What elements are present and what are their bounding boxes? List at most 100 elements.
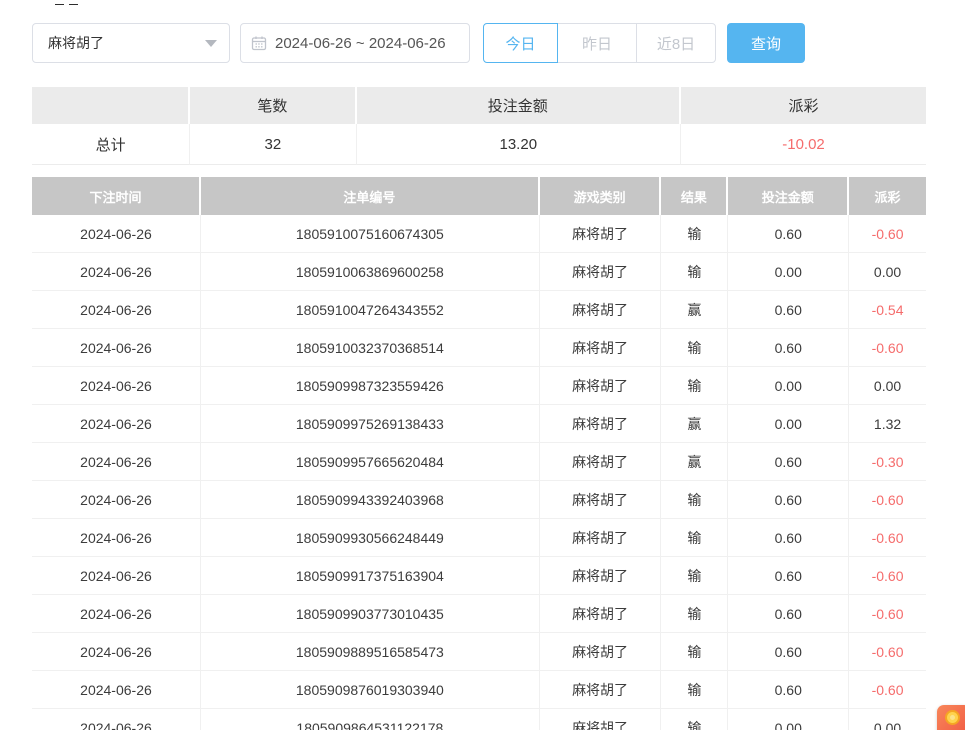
cell-payout: -0.60 <box>849 633 926 671</box>
cell-bet-amount: 0.00 <box>728 253 849 291</box>
cell-result: 输 <box>661 215 728 253</box>
header-bet-amount: 投注金额 <box>728 177 849 215</box>
summary-total-bet-amount: 13.20 <box>357 124 682 165</box>
detail-header-row: 下注时间 注单编号 游戏类别 结果 投注金额 派彩 <box>32 177 926 215</box>
cell-result: 赢 <box>661 443 728 481</box>
game-select-value: 麻将胡了 <box>48 33 205 53</box>
cell-date: 2024-06-26 <box>32 557 201 595</box>
cell-result: 输 <box>661 671 728 709</box>
cell-game: 麻将胡了 <box>540 709 662 730</box>
cell-bet-amount: 0.60 <box>728 671 849 709</box>
query-button[interactable]: 查询 <box>727 23 805 63</box>
summary-header-bet-amount: 投注金额 <box>357 87 682 124</box>
cell-bet-amount: 0.60 <box>728 481 849 519</box>
cell-bet-amount: 0.60 <box>728 519 849 557</box>
cell-date: 2024-06-26 <box>32 215 201 253</box>
table-row: 2024-06-261805909876019303940麻将胡了输0.60-0… <box>32 671 926 709</box>
cell-payout: 0.00 <box>849 709 926 730</box>
cell-date: 2024-06-26 <box>32 405 201 443</box>
bet-records-table: 下注时间 注单编号 游戏类别 结果 投注金额 派彩 2024-06-261805… <box>32 177 926 730</box>
cell-bet-id: 1805909917375163904 <box>201 557 540 595</box>
cell-game: 麻将胡了 <box>540 519 662 557</box>
calendar-icon <box>251 35 267 51</box>
yesterday-button[interactable]: 昨日 <box>557 23 637 63</box>
cell-game: 麻将胡了 <box>540 329 662 367</box>
cell-result: 输 <box>661 633 728 671</box>
cell-date: 2024-06-26 <box>32 633 201 671</box>
summary-total-row: 总计 32 13.20 -10.02 <box>32 124 926 165</box>
cell-date: 2024-06-26 <box>32 253 201 291</box>
cell-game: 麻将胡了 <box>540 443 662 481</box>
cell-result: 输 <box>661 709 728 730</box>
cell-game: 麻将胡了 <box>540 633 662 671</box>
cell-game: 麻将胡了 <box>540 595 662 633</box>
cell-bet-id: 1805910063869600258 <box>201 253 540 291</box>
cell-payout: 0.00 <box>849 367 926 405</box>
last-8-days-button[interactable]: 近8日 <box>636 23 716 63</box>
table-row: 2024-06-261805909943392403968麻将胡了输0.60-0… <box>32 481 926 519</box>
cell-bet-id: 1805909987323559426 <box>201 367 540 405</box>
table-row: 2024-06-261805909930566248449麻将胡了输0.60-0… <box>32 519 926 557</box>
table-row: 2024-06-261805909957665620484麻将胡了赢0.60-0… <box>32 443 926 481</box>
cell-bet-id: 1805909930566248449 <box>201 519 540 557</box>
cell-result: 输 <box>661 519 728 557</box>
summary-total-label: 总计 <box>32 124 190 165</box>
clipped-page-title-fragment <box>55 0 95 5</box>
cell-payout: -0.54 <box>849 291 926 329</box>
cell-payout: 1.32 <box>849 405 926 443</box>
cell-game: 麻将胡了 <box>540 481 662 519</box>
header-payout: 派彩 <box>849 177 926 215</box>
cell-payout: -0.60 <box>849 481 926 519</box>
cell-bet-amount: 0.60 <box>728 557 849 595</box>
cell-bet-id: 1805909943392403968 <box>201 481 540 519</box>
table-row: 2024-06-261805909903773010435麻将胡了输0.60-0… <box>32 595 926 633</box>
cell-bet-id: 1805909876019303940 <box>201 671 540 709</box>
cell-date: 2024-06-26 <box>32 709 201 730</box>
cell-game: 麻将胡了 <box>540 215 662 253</box>
cell-result: 输 <box>661 557 728 595</box>
summary-header-count: 笔数 <box>190 87 356 124</box>
summary-total-payout: -10.02 <box>681 124 926 165</box>
date-range-value: 2024-06-26 ~ 2024-06-26 <box>275 35 446 52</box>
cell-payout: -0.60 <box>849 557 926 595</box>
cell-game: 麻将胡了 <box>540 367 662 405</box>
detail-table-body: 2024-06-261805910075160674305麻将胡了输0.60-0… <box>32 215 926 730</box>
cell-bet-id: 1805910075160674305 <box>201 215 540 253</box>
table-row: 2024-06-261805910063869600258麻将胡了输0.000.… <box>32 253 926 291</box>
cell-result: 输 <box>661 481 728 519</box>
today-button[interactable]: 今日 <box>483 23 558 63</box>
cell-date: 2024-06-26 <box>32 291 201 329</box>
cell-bet-id: 1805909903773010435 <box>201 595 540 633</box>
cell-bet-id: 1805910047264343552 <box>201 291 540 329</box>
cell-game: 麻将胡了 <box>540 253 662 291</box>
date-range-input[interactable]: 2024-06-26 ~ 2024-06-26 <box>240 23 470 63</box>
chevron-down-icon <box>205 40 217 47</box>
cell-bet-amount: 0.00 <box>728 367 849 405</box>
cell-result: 输 <box>661 329 728 367</box>
cell-game: 麻将胡了 <box>540 405 662 443</box>
cell-bet-id: 1805909889516585473 <box>201 633 540 671</box>
header-bet-id: 注单编号 <box>201 177 540 215</box>
cell-game: 麻将胡了 <box>540 557 662 595</box>
filter-toolbar: 麻将胡了 2024-06-26 ~ 2024-06-26 今日 昨日 近8日 查… <box>32 23 805 63</box>
cell-bet-amount: 0.00 <box>728 405 849 443</box>
floating-promo-icon[interactable] <box>937 705 965 730</box>
game-select[interactable]: 麻将胡了 <box>32 23 230 63</box>
cell-date: 2024-06-26 <box>32 671 201 709</box>
cell-result: 输 <box>661 595 728 633</box>
cell-payout: -0.60 <box>849 595 926 633</box>
cell-payout: -0.60 <box>849 671 926 709</box>
quick-date-button-group: 今日 昨日 近8日 <box>483 23 716 63</box>
cell-date: 2024-06-26 <box>32 595 201 633</box>
table-row: 2024-06-261805909889516585473麻将胡了输0.60-0… <box>32 633 926 671</box>
cell-payout: -0.60 <box>849 215 926 253</box>
summary-header-empty <box>32 87 190 124</box>
cell-payout: 0.00 <box>849 253 926 291</box>
cell-bet-amount: 0.60 <box>728 595 849 633</box>
cell-bet-id: 1805909864531122178 <box>201 709 540 730</box>
header-bet-time: 下注时间 <box>32 177 201 215</box>
cell-bet-amount: 0.60 <box>728 633 849 671</box>
cell-payout: -0.60 <box>849 519 926 557</box>
cell-bet-id: 1805909975269138433 <box>201 405 540 443</box>
summary-header-row: 笔数 投注金额 派彩 <box>32 87 926 124</box>
